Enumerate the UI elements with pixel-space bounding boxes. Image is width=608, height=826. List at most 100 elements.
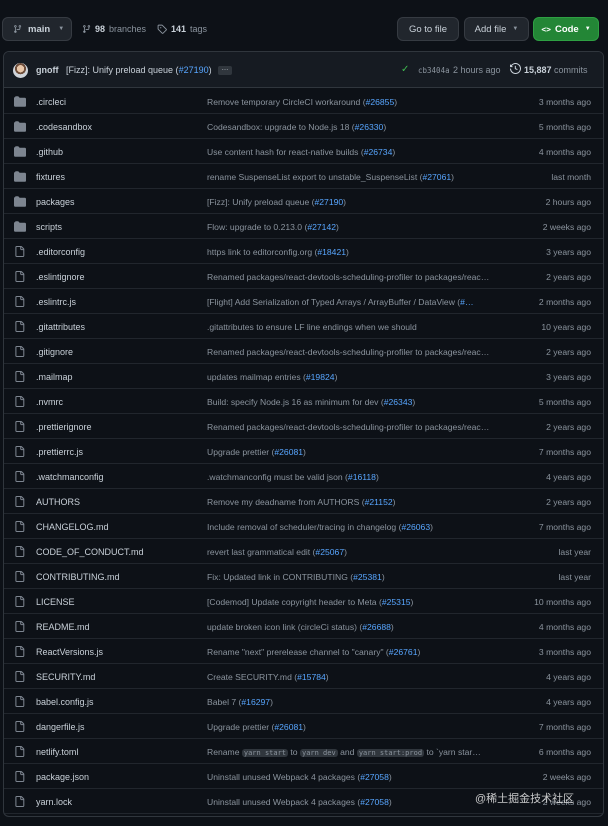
commit-message-link[interactable]: rename SuspenseList export to unstable_S…: [207, 172, 519, 182]
commit-message-link[interactable]: Upgrade prettier (#26081): [207, 722, 519, 732]
commit-message-link[interactable]: Use content hash for react-native builds…: [207, 147, 519, 157]
file-name-link[interactable]: .editorconfig: [36, 247, 85, 257]
pull-request-link[interactable]: #27061: [422, 172, 451, 182]
pull-request-link[interactable]: #26761: [389, 647, 418, 657]
add-file-button[interactable]: Add file ▼: [464, 17, 529, 41]
pull-request-link[interactable]: #16118: [348, 472, 376, 482]
commit-message-link[interactable]: Rename "next" prerelease channel to "can…: [207, 647, 519, 657]
commit-message-link[interactable]: update broken icon link (circleCi status…: [207, 622, 519, 632]
file-name-link[interactable]: netlify.toml: [36, 747, 78, 757]
file-name-link[interactable]: LICENSE: [36, 597, 75, 607]
file-name-link[interactable]: .eslintrc.js: [36, 297, 76, 307]
tags-link[interactable]: 141 tags: [157, 17, 207, 41]
file-name-link[interactable]: .prettierrc.js: [36, 447, 83, 457]
pull-request-link[interactable]: #26081: [274, 722, 303, 732]
commit-message-link[interactable]: Renamed packages/react-devtools-scheduli…: [207, 272, 519, 282]
pull-request-link[interactable]: #26081: [274, 447, 303, 457]
commit-message-link[interactable]: Uninstall unused Webpack 4 packages (#27…: [207, 797, 519, 807]
commit-message-link[interactable]: [Fizz]: Unify preload queue (#27190): [207, 197, 519, 207]
pull-request-link[interactable]: #18421: [317, 247, 346, 257]
commit-pr-link[interactable]: #27190: [179, 65, 209, 75]
file-name-link[interactable]: README.md: [36, 622, 90, 632]
file-name-link[interactable]: ReactVersions.js: [36, 647, 103, 657]
commit-message-link[interactable]: Remove temporary CircleCI workaround (#2…: [207, 97, 519, 107]
commit-message-link[interactable]: Rename yarn start to yarn dev and yarn s…: [207, 747, 519, 757]
commit-message-link[interactable]: Flow: upgrade to 0.213.0 (#27142): [207, 222, 519, 232]
file-name-link[interactable]: yarn.lock: [36, 797, 72, 807]
file-name-link[interactable]: AUTHORS: [36, 497, 80, 507]
pull-request-link[interactable]: #26688: [362, 622, 391, 632]
file-name-link[interactable]: SECURITY.md: [36, 672, 95, 682]
commit-message-link[interactable]: revert last grammatical edit (#25067): [207, 547, 519, 557]
pull-request-link[interactable]: #26063: [401, 522, 430, 532]
file-name-link[interactable]: .mailmap: [36, 372, 73, 382]
check-icon[interactable]: ✓: [401, 64, 409, 75]
pull-request-link[interactable]: #27190: [314, 197, 343, 207]
code-button[interactable]: <> Code ▼: [533, 17, 599, 41]
file-name-link[interactable]: CHANGELOG.md: [36, 522, 109, 532]
pull-request-link[interactable]: #25067: [315, 547, 344, 557]
pull-request-link[interactable]: #26855: [366, 97, 395, 107]
commit-message-text: ): [381, 572, 385, 582]
pull-request-link[interactable]: #26734: [364, 147, 393, 157]
commit-message-link[interactable]: Create SECURITY.md (#15784): [207, 672, 519, 682]
file-row: SECURITY.md Create SECURITY.md (#15784) 4 …: [4, 664, 603, 689]
branches-link[interactable]: 98 branches: [82, 17, 146, 41]
file-name-link[interactable]: CONTRIBUTING.md: [36, 572, 120, 582]
commit-message-link[interactable]: .gitattributes to ensure LF line endings…: [207, 322, 519, 332]
commit-message-link[interactable]: [Flight] Add Serialization of Typed Arra…: [207, 297, 519, 307]
pull-request-link[interactable]: #27142: [307, 222, 336, 232]
pull-request-link[interactable]: #27058: [360, 772, 389, 782]
file-icon: [14, 346, 26, 357]
commit-message-link[interactable]: https link to editorconfig.org (#18421): [207, 247, 519, 257]
file-name-link[interactable]: package.json: [36, 772, 89, 782]
file-name-link[interactable]: .github: [36, 147, 63, 157]
commit-message-link[interactable]: Upgrade prettier (#26081): [207, 447, 519, 457]
code-label: Code: [554, 23, 579, 35]
file-name-link[interactable]: .circleci: [36, 97, 66, 107]
commit-message[interactable]: [Fizz]: Unify preload queue (#27190): [66, 65, 212, 75]
branch-select-button[interactable]: main ▼: [2, 17, 72, 41]
commits-link[interactable]: 15,887 commits: [524, 65, 588, 75]
commit-message-link[interactable]: Remove my deadname from AUTHORS (#21152): [207, 497, 519, 507]
avatar[interactable]: [13, 63, 28, 78]
file-name-link[interactable]: babel.config.js: [36, 697, 94, 707]
pull-request-link[interactable]: #26330: [355, 122, 384, 132]
pull-request-link[interactable]: #16297: [241, 697, 270, 707]
pull-request-link[interactable]: #15784: [297, 672, 326, 682]
pull-request-link[interactable]: #27058: [360, 797, 389, 807]
commit-author[interactable]: gnoff: [36, 65, 59, 75]
commit-sha[interactable]: cb3404a: [418, 66, 450, 75]
file-name-link[interactable]: .nvmrc: [36, 397, 63, 407]
commit-message-link[interactable]: .watchmanconfig must be valid json (#161…: [207, 472, 519, 482]
commit-message-link[interactable]: Include removal of scheduler/tracing in …: [207, 522, 519, 532]
go-to-file-button[interactable]: Go to file: [397, 17, 459, 41]
pull-request-link[interactable]: #25315: [382, 597, 411, 607]
commit-message-link[interactable]: Babel 7 (#16297): [207, 697, 519, 707]
file-name-link[interactable]: .gitignore: [36, 347, 73, 357]
commit-message-link[interactable]: Renamed packages/react-devtools-scheduli…: [207, 422, 519, 432]
commit-message-link[interactable]: Build: specify Node.js 16 as minimum for…: [207, 397, 519, 407]
pull-request-link[interactable]: #21152: [365, 497, 393, 507]
commit-message-link[interactable]: updates mailmap entries (#19824): [207, 372, 519, 382]
file-name-link[interactable]: scripts: [36, 222, 62, 232]
file-name-link[interactable]: .gitattributes: [36, 322, 85, 332]
file-name-link[interactable]: fixtures: [36, 172, 65, 182]
commit-message-link[interactable]: Uninstall unused Webpack 4 packages (#27…: [207, 772, 519, 782]
file-name-link[interactable]: .eslintignore: [36, 272, 85, 282]
pull-request-link[interactable]: #25381: [353, 572, 382, 582]
commit-message-link[interactable]: Renamed packages/react-devtools-scheduli…: [207, 347, 519, 357]
file-name-link[interactable]: CODE_OF_CONDUCT.md: [36, 547, 144, 557]
expand-commit-button[interactable]: …: [218, 65, 232, 75]
commit-message-link[interactable]: Codesandbox: upgrade to Node.js 18 (#263…: [207, 122, 519, 132]
pull-request-link[interactable]: #26343: [384, 397, 413, 407]
commit-message-link[interactable]: [Codemod] Update copyright header to Met…: [207, 597, 519, 607]
file-name-link[interactable]: packages: [36, 197, 75, 207]
file-name-link[interactable]: .watchmanconfig: [36, 472, 104, 482]
commit-message-link[interactable]: Fix: Updated link in CONTRIBUTING (#2538…: [207, 572, 519, 582]
file-name-link[interactable]: .codesandbox: [36, 122, 92, 132]
pull-request-link[interactable]: #19824: [306, 372, 335, 382]
file-name-link[interactable]: dangerfile.js: [36, 722, 85, 732]
pull-request-link[interactable]: #…: [460, 297, 473, 307]
file-name-link[interactable]: .prettierignore: [36, 422, 92, 432]
